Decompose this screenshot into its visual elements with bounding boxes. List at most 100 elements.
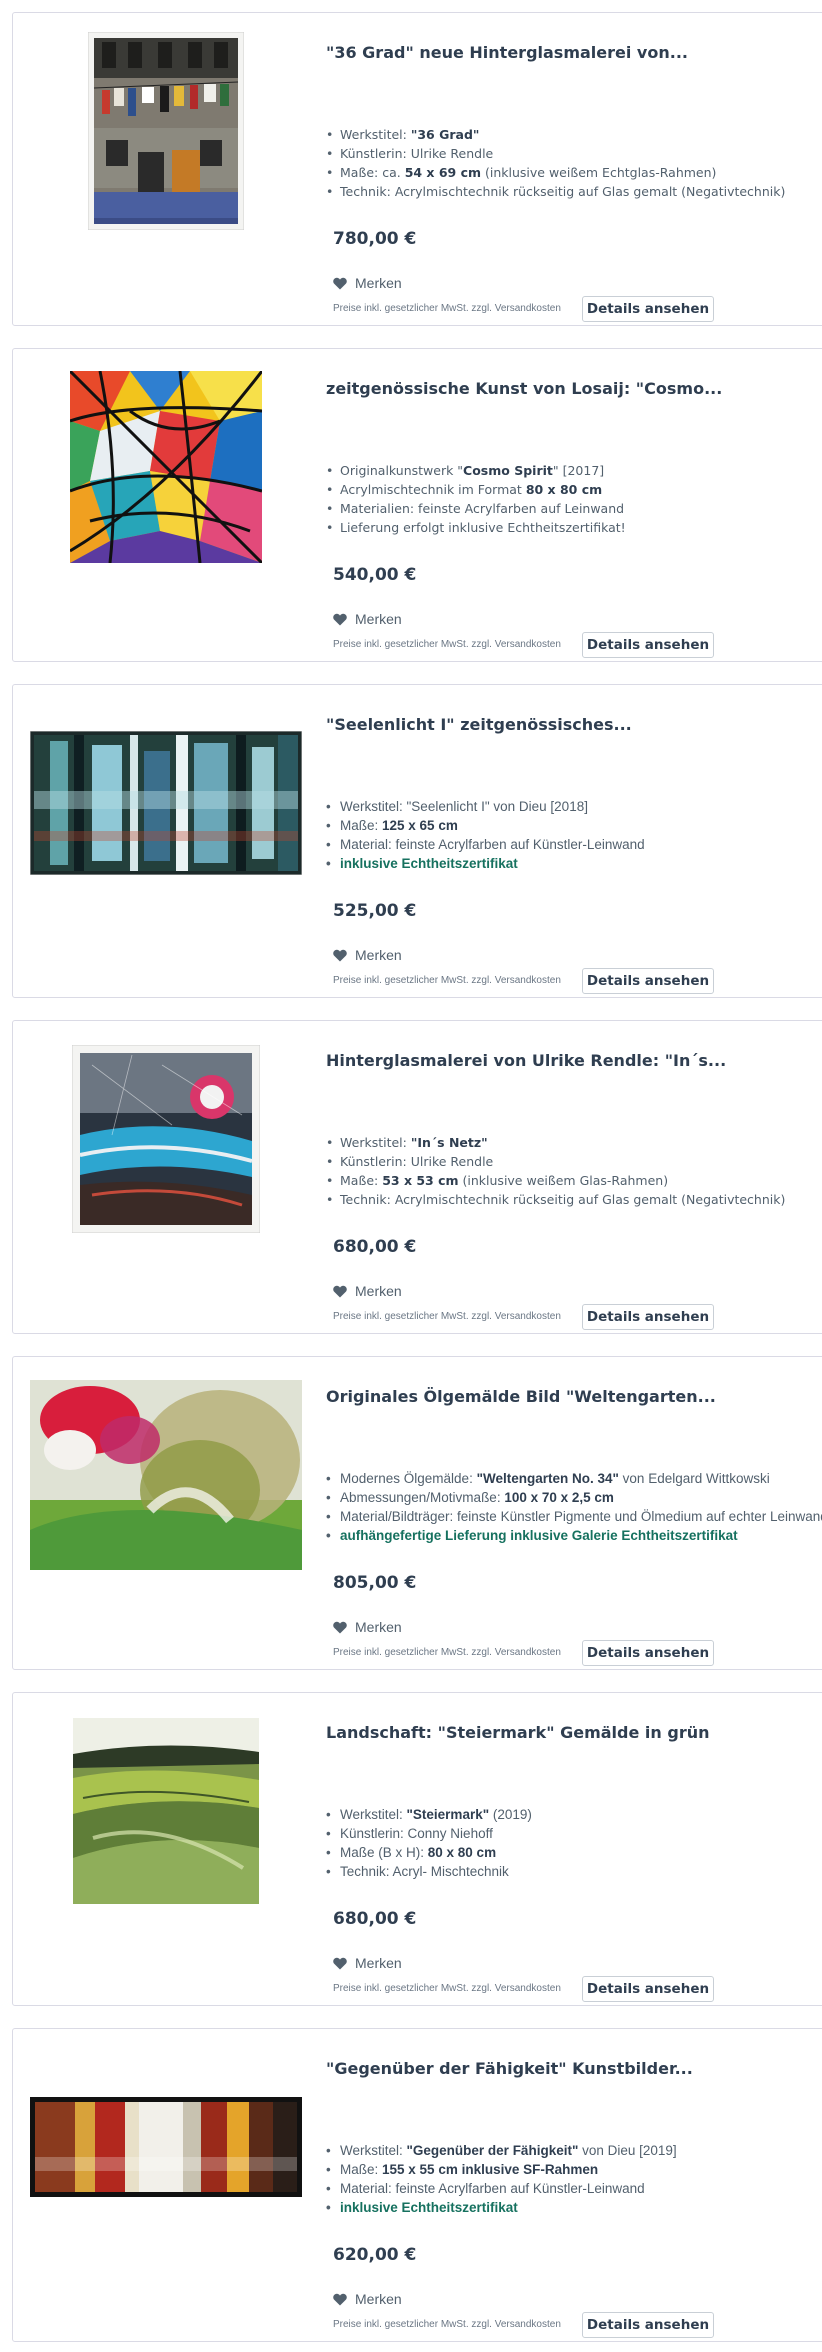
heart-icon <box>333 2293 347 2305</box>
property-item: Acrylmischtechnik im Format 80 x 80 cm <box>326 480 626 499</box>
product-title[interactable]: "Gegenüber der Fähigkeit" Kunstbilder... <box>326 2059 806 2078</box>
product-price: 525,00 € <box>333 901 417 921</box>
product-properties: Werkstitel: "36 Grad" Künstlerin: Ulrike… <box>326 125 785 201</box>
product-card: "Seelenlicht I" zeitgenössisches... Werk… <box>12 684 822 998</box>
product-title[interactable]: Originales Ölgemälde Bild "Weltengarten.… <box>326 1387 806 1406</box>
product-title[interactable]: "Seelenlicht I" zeitgenössisches... <box>326 715 806 734</box>
product-image[interactable] <box>25 703 307 903</box>
property-item: Werkstitel: "Steiermark" (2019) <box>326 1805 532 1824</box>
property-item: Künstlerin: Ulrike Rendle <box>326 144 785 163</box>
product-title[interactable]: Landschaft: "Steiermark" Gemälde in grün <box>326 1723 806 1742</box>
product-image[interactable] <box>25 2047 307 2247</box>
legal-notice[interactable]: Preise inkl. gesetzlicher MwSt. zzgl. Ve… <box>333 1983 561 1994</box>
product-image[interactable] <box>25 1375 307 1575</box>
property-item: Maße: ca. 54 x 69 cm (inklusive weißem E… <box>326 163 785 182</box>
property-item: Maße (B x H): 80 x 80 cm <box>326 1843 532 1862</box>
property-item: Technik: Acrylmischtechnik rückseitig au… <box>326 182 785 201</box>
property-item: Maße: 53 x 53 cm (inklusive weißem Glas-… <box>326 1171 785 1190</box>
product-card: "Gegenüber der Fähigkeit" Kunstbilder...… <box>12 2028 822 2342</box>
product-list: "36 Grad" neue Hinterglasmalerei von... … <box>0 0 822 2352</box>
legal-notice[interactable]: Preise inkl. gesetzlicher MwSt. zzgl. Ve… <box>333 639 561 650</box>
details-button[interactable]: Details ansehen <box>582 1640 714 1666</box>
property-item: Lieferung erfolgt inklusive Echtheitszer… <box>326 518 626 537</box>
property-item: Werkstitel: "Gegenüber der Fähigkeit" vo… <box>326 2141 677 2160</box>
product-properties: Originalkunstwerk "Cosmo Spirit" [2017] … <box>326 461 626 537</box>
painting-ins-netz <box>72 1045 260 1233</box>
legal-notice[interactable]: Preise inkl. gesetzlicher MwSt. zzgl. Ve… <box>333 1311 561 1322</box>
merken-button[interactable]: Merken <box>333 947 402 963</box>
product-image[interactable] <box>25 1711 307 1911</box>
product-card: Hinterglasmalerei von Ulrike Rendle: "In… <box>12 1020 822 1334</box>
property-item: Originalkunstwerk "Cosmo Spirit" [2017] <box>326 461 626 480</box>
property-item: Technik: Acrylmischtechnik rückseitig au… <box>326 1190 785 1209</box>
merken-label: Merken <box>355 1955 402 1971</box>
merken-label: Merken <box>355 1283 402 1299</box>
property-item: Künstlerin: Conny Niehoff <box>326 1824 532 1843</box>
legal-notice[interactable]: Preise inkl. gesetzlicher MwSt. zzgl. Ve… <box>333 1647 561 1658</box>
property-item: inklusive Echtheitszertifikat <box>326 854 645 873</box>
product-price: 805,00 € <box>333 1573 417 1593</box>
heart-icon <box>333 1285 347 1297</box>
product-properties: Werkstitel: "Gegenüber der Fähigkeit" vo… <box>326 2141 677 2217</box>
merken-button[interactable]: Merken <box>333 611 402 627</box>
product-card: "36 Grad" neue Hinterglasmalerei von... … <box>12 12 822 326</box>
heart-icon <box>333 277 347 289</box>
product-card: Originales Ölgemälde Bild "Weltengarten.… <box>12 1356 822 1670</box>
property-item: Abmessungen/Motivmaße: 100 x 70 x 2,5 cm <box>326 1488 822 1507</box>
painting-cosmo-spirit <box>70 371 262 563</box>
product-price: 620,00 € <box>333 2245 417 2265</box>
painting-gegenueber-der-faehigkeit <box>30 2097 302 2197</box>
product-properties: Werkstitel: "Seelenlicht I" von Dieu [20… <box>326 797 645 873</box>
details-button[interactable]: Details ansehen <box>582 1976 714 2002</box>
merken-label: Merken <box>355 1619 402 1635</box>
painting-steiermark <box>73 1718 259 1904</box>
product-title[interactable]: Hinterglasmalerei von Ulrike Rendle: "In… <box>326 1051 806 1070</box>
property-item: Modernes Ölgemälde: "Weltengarten No. 34… <box>326 1469 822 1488</box>
product-properties: Werkstitel: "Steiermark" (2019) Künstler… <box>326 1805 532 1881</box>
product-properties: Modernes Ölgemälde: "Weltengarten No. 34… <box>326 1469 822 1545</box>
details-button[interactable]: Details ansehen <box>582 296 714 322</box>
product-image[interactable] <box>25 31 307 231</box>
details-button[interactable]: Details ansehen <box>582 2312 714 2338</box>
painting-36-grad <box>88 32 244 230</box>
product-card: zeitgenössische Kunst von Losaij: "Cosmo… <box>12 348 822 662</box>
property-item: Künstlerin: Ulrike Rendle <box>326 1152 785 1171</box>
merken-label: Merken <box>355 611 402 627</box>
property-item: Material: feinste Acrylfarben auf Künstl… <box>326 2179 677 2198</box>
product-price: 680,00 € <box>333 1909 417 1929</box>
product-card: Landschaft: "Steiermark" Gemälde in grün… <box>12 1692 822 2006</box>
merken-button[interactable]: Merken <box>333 1619 402 1635</box>
property-item: Werkstitel: "In´s Netz" <box>326 1133 785 1152</box>
product-image[interactable] <box>25 367 307 567</box>
merken-button[interactable]: Merken <box>333 2291 402 2307</box>
merken-label: Merken <box>355 947 402 963</box>
details-button[interactable]: Details ansehen <box>582 968 714 994</box>
property-item: Werkstitel: "Seelenlicht I" von Dieu [20… <box>326 797 645 816</box>
property-item: Maße: 155 x 55 cm inklusive SF-Rahmen <box>326 2160 677 2179</box>
property-item: Materialien: feinste Acrylfarben auf Lei… <box>326 499 626 518</box>
merken-button[interactable]: Merken <box>333 1955 402 1971</box>
heart-icon <box>333 1621 347 1633</box>
heart-icon <box>333 613 347 625</box>
details-button[interactable]: Details ansehen <box>582 1304 714 1330</box>
property-item: inklusive Echtheitszertifikat <box>326 2198 677 2217</box>
painting-weltengarten <box>30 1380 302 1570</box>
legal-notice[interactable]: Preise inkl. gesetzlicher MwSt. zzgl. Ve… <box>333 303 561 314</box>
property-item: Maße: 125 x 65 cm <box>326 816 645 835</box>
heart-icon <box>333 1957 347 1969</box>
property-item: Werkstitel: "36 Grad" <box>326 125 785 144</box>
merken-button[interactable]: Merken <box>333 1283 402 1299</box>
legal-notice[interactable]: Preise inkl. gesetzlicher MwSt. zzgl. Ve… <box>333 975 561 986</box>
product-title[interactable]: zeitgenössische Kunst von Losaij: "Cosmo… <box>326 379 806 398</box>
details-button[interactable]: Details ansehen <box>582 632 714 658</box>
product-title[interactable]: "36 Grad" neue Hinterglasmalerei von... <box>326 43 806 62</box>
product-image[interactable] <box>25 1039 307 1239</box>
product-price: 540,00 € <box>333 565 417 585</box>
property-item: Technik: Acryl- Mischtechnik <box>326 1862 532 1881</box>
property-item: Material/Bildträger: feinste Künstler Pi… <box>326 1507 822 1526</box>
merken-button[interactable]: Merken <box>333 275 402 291</box>
painting-seelenlicht <box>30 731 302 875</box>
property-item: Material: feinste Acrylfarben auf Künstl… <box>326 835 645 854</box>
legal-notice[interactable]: Preise inkl. gesetzlicher MwSt. zzgl. Ve… <box>333 2319 561 2330</box>
merken-label: Merken <box>355 275 402 291</box>
